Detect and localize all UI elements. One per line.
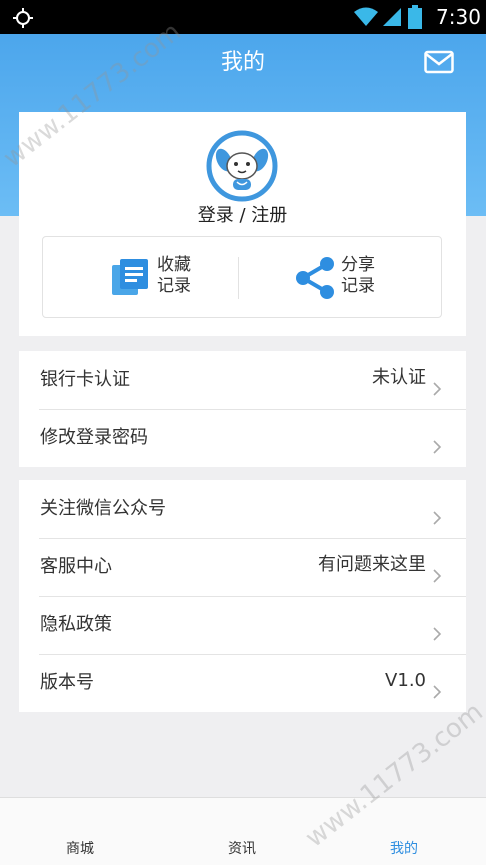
chevron-right-icon	[433, 685, 442, 699]
chevron-right-icon	[433, 511, 442, 525]
favorites-label-line1: 收藏	[157, 255, 191, 275]
tab-mine[interactable]: 我的	[390, 840, 418, 858]
bank-card-verification-label: 银行卡认证	[40, 369, 130, 390]
follow-wechat-label: 关注微信公众号	[40, 498, 166, 519]
chevron-right-icon	[433, 440, 442, 454]
chevron-right-icon	[433, 382, 442, 396]
quick-actions: 收藏 记录 分享 记录	[42, 236, 442, 318]
bank-card-verification-row[interactable]: 银行卡认证 未认证	[19, 351, 466, 409]
quick-actions-divider	[238, 257, 239, 299]
signal-icon	[383, 8, 401, 26]
follow-wechat-row[interactable]: 关注微信公众号	[19, 480, 466, 538]
page-title: 我的	[220, 50, 265, 75]
version-row[interactable]: 版本号 V1.0	[19, 654, 466, 712]
rabbit-avatar-icon[interactable]	[206, 130, 278, 202]
wifi-icon	[354, 7, 378, 26]
privacy-policy-label: 隐私政策	[40, 614, 112, 635]
privacy-policy-row[interactable]: 隐私政策	[19, 596, 466, 654]
favorites-label-line2: 记录	[157, 276, 191, 296]
share-label-line1: 分享	[341, 255, 375, 275]
document-list-icon	[112, 259, 148, 295]
profile-card: 登录 / 注册 收藏 记录 分享 记录	[19, 112, 466, 336]
settings-group-2: 关注微信公众号 客服中心 有问题来这里 隐私政策 版本号 V1.0	[19, 480, 466, 712]
favorites-record-button[interactable]: 收藏 记录	[111, 255, 221, 301]
share-label-line2: 记录	[341, 276, 375, 296]
version-value: V1.0	[385, 670, 426, 691]
chevron-right-icon	[433, 569, 442, 583]
status-bar: 7:30	[0, 0, 486, 34]
settings-group-1: 银行卡认证 未认证 修改登录密码	[19, 351, 466, 467]
bottom-nav: 商城 资讯 我的	[0, 797, 486, 865]
change-login-password-row[interactable]: 修改登录密码	[19, 409, 466, 467]
chevron-right-icon	[433, 627, 442, 641]
battery-icon	[408, 5, 422, 29]
gps-icon	[13, 8, 33, 28]
bank-card-verification-value: 未认证	[372, 367, 426, 388]
login-register-link[interactable]: 登录 / 注册	[19, 204, 466, 228]
version-label: 版本号	[40, 672, 94, 693]
tab-mall[interactable]: 商城	[66, 840, 94, 858]
customer-service-value: 有问题来这里	[318, 554, 426, 575]
change-login-password-label: 修改登录密码	[40, 427, 148, 448]
customer-service-row[interactable]: 客服中心 有问题来这里	[19, 538, 466, 596]
status-time: 7:30	[436, 5, 481, 29]
share-icon	[296, 257, 334, 299]
mail-icon[interactable]	[424, 50, 454, 74]
tab-news[interactable]: 资讯	[228, 840, 256, 858]
share-record-button[interactable]: 分享 记录	[295, 255, 415, 301]
customer-service-label: 客服中心	[40, 556, 112, 577]
